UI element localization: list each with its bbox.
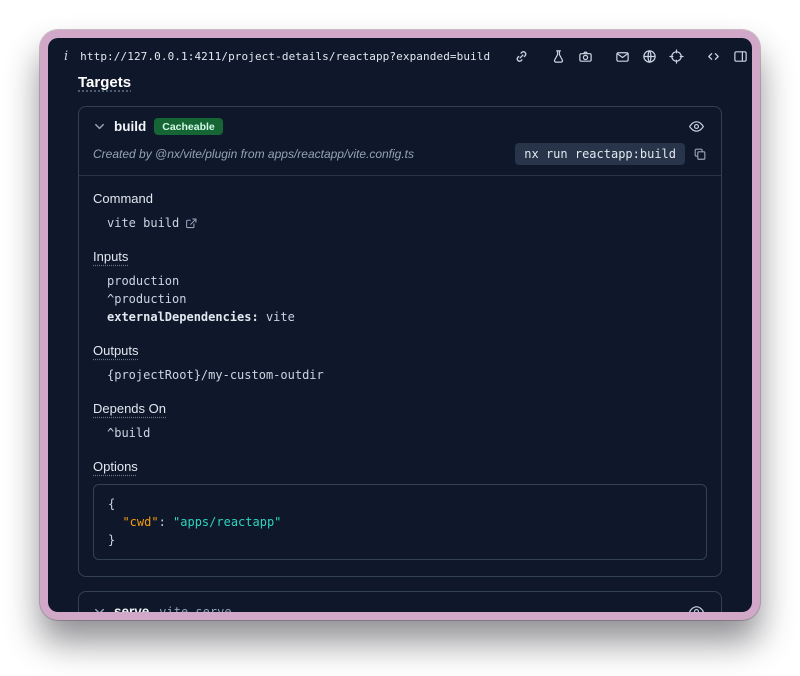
json-separator: :	[159, 515, 173, 529]
eye-icon	[688, 118, 705, 135]
project-details-content: Targets build Cacheable	[48, 74, 752, 612]
created-by-text: Created by @nx/vite/plugin from apps/rea…	[93, 147, 414, 161]
input-item: production	[93, 272, 707, 290]
external-link-icon[interactable]	[185, 217, 198, 230]
view-in-graph-button[interactable]	[686, 601, 707, 612]
view-in-graph-button[interactable]	[686, 116, 707, 137]
code-icon[interactable]	[706, 49, 721, 64]
mail-icon[interactable]	[615, 49, 630, 64]
target-card-serve: serve vite serve	[78, 591, 722, 612]
json-line: }	[108, 531, 692, 549]
depends-on-label: Depends On	[93, 400, 166, 417]
run-command-chip[interactable]: nx run reactapp:build	[515, 143, 685, 165]
info-icon: i	[64, 49, 68, 64]
input-item: ^production	[93, 290, 707, 308]
target-card-build: build Cacheable Created by @nx/vite/plug…	[78, 106, 722, 577]
build-card-body: Command vite build Inputs production ^pr…	[79, 176, 721, 576]
target-name[interactable]: serve	[114, 604, 149, 612]
app-window: i http://127.0.0.1:4211/project-details/…	[48, 38, 752, 612]
globe-icon[interactable]	[642, 49, 657, 64]
output-item: {projectRoot}/my-custom-outdir	[93, 366, 707, 384]
options-label: Options	[93, 458, 138, 475]
input-item-external-deps: externalDependencies: vite	[93, 308, 707, 326]
json-line: {	[108, 495, 692, 513]
layout-icon[interactable]	[733, 49, 748, 64]
serve-card-header: serve vite serve	[79, 592, 721, 612]
flask-icon[interactable]	[551, 49, 566, 64]
eye-icon	[688, 603, 705, 612]
json-value-cwd: "apps/reactapp"	[173, 515, 281, 529]
camera-icon[interactable]	[578, 49, 593, 64]
chevron-down-icon[interactable]	[93, 120, 106, 133]
json-key-cwd: "cwd"	[122, 515, 158, 529]
options-section: Options { "cwd": "apps/reactapp" }	[93, 458, 707, 560]
json-line: "cwd": "apps/reactapp"	[108, 513, 692, 531]
options-json-block: { "cwd": "apps/reactapp" }	[93, 484, 707, 560]
build-card-header: build Cacheable Created by @nx/vite/plug…	[79, 107, 721, 176]
depends-on-section: Depends On ^build	[93, 400, 707, 442]
depends-on-item: ^build	[93, 424, 707, 442]
inputs-label: Inputs	[93, 248, 128, 265]
targets-heading: Targets	[78, 74, 131, 91]
crosshair-icon[interactable]	[669, 49, 684, 64]
browser-window-frame: i http://127.0.0.1:4211/project-details/…	[40, 30, 760, 620]
link-icon[interactable]	[514, 49, 529, 64]
external-deps-value: vite	[259, 310, 295, 324]
command-value: vite build	[107, 214, 179, 232]
browser-topbar: i http://127.0.0.1:4211/project-details/…	[48, 38, 752, 74]
address-bar[interactable]: http://127.0.0.1:4211/project-details/re…	[80, 50, 490, 63]
outputs-label: Outputs	[93, 342, 139, 359]
external-deps-key: externalDependencies:	[107, 310, 259, 324]
inputs-section: Inputs production ^production externalDe…	[93, 248, 707, 326]
serve-command-preview: vite serve	[159, 605, 231, 613]
outputs-section: Outputs {projectRoot}/my-custom-outdir	[93, 342, 707, 384]
chevron-down-icon[interactable]	[93, 605, 106, 612]
copy-icon	[693, 147, 707, 161]
command-section: Command vite build	[93, 190, 707, 232]
cacheable-badge: Cacheable	[154, 118, 223, 135]
command-label: Command	[93, 190, 153, 207]
target-name[interactable]: build	[114, 119, 146, 134]
copy-command-button[interactable]	[693, 147, 707, 161]
